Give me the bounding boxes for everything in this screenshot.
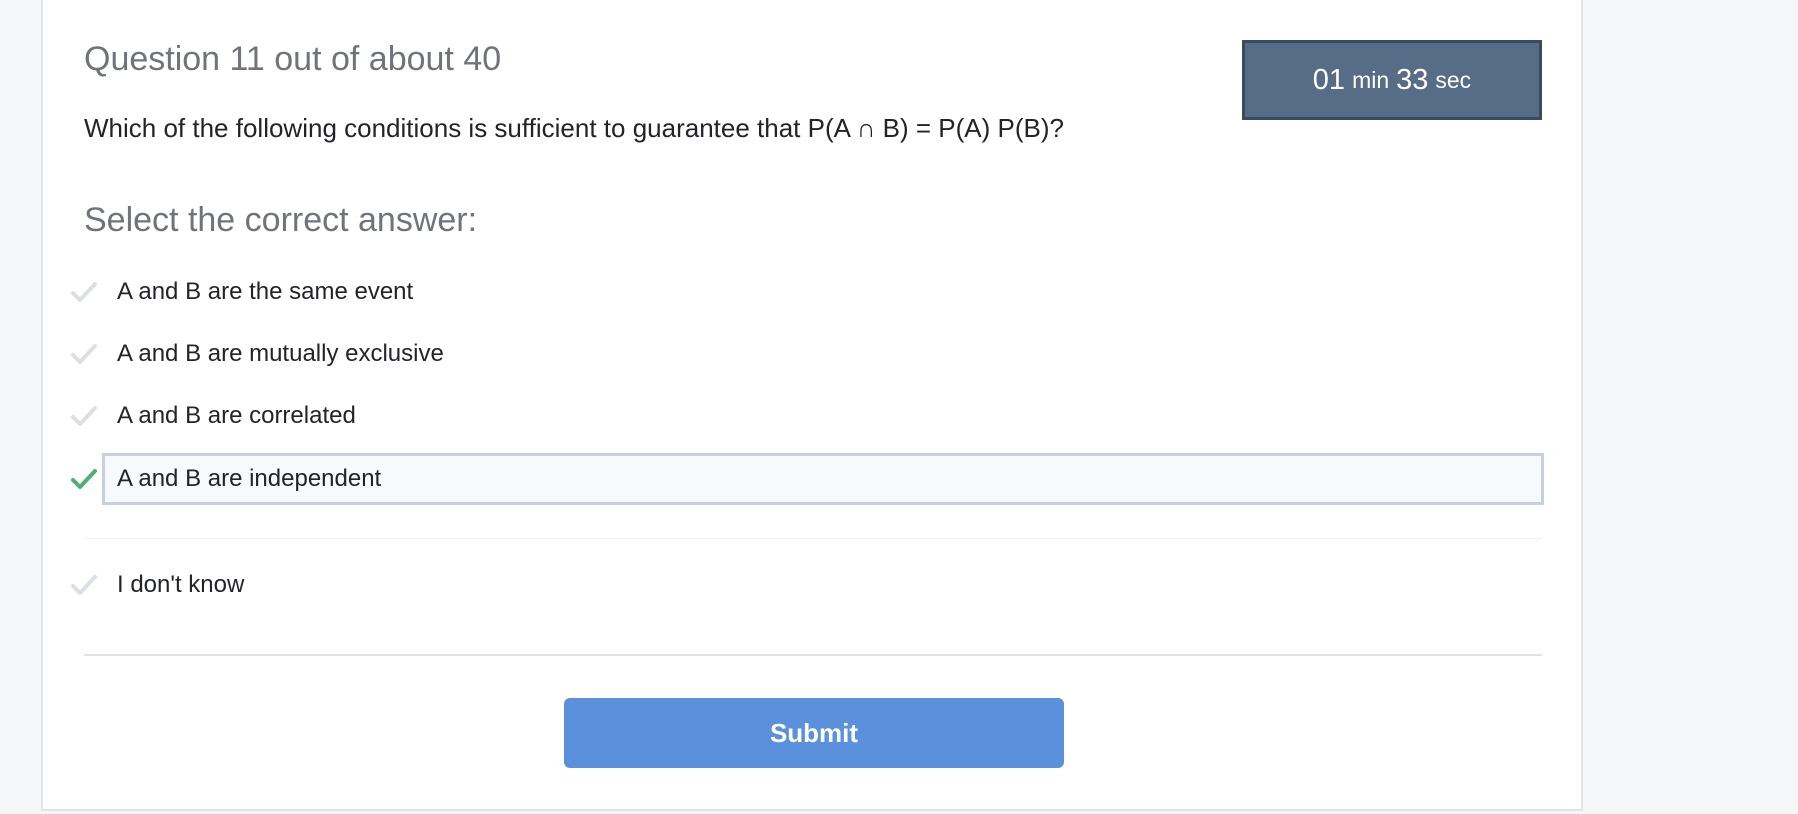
question-counter: Question 11 out of about 40 (84, 40, 502, 78)
answer-option-label: A and B are mutually exclusive (117, 340, 444, 367)
timer: 01 min 33 sec (1242, 40, 1542, 120)
timer-minutes-unit: min (1352, 66, 1390, 93)
option-separator (84, 538, 1542, 539)
check-icon (71, 344, 97, 364)
answer-option-box[interactable] (102, 559, 1544, 611)
answer-option[interactable]: A and B are independent (66, 453, 1544, 505)
timer-seconds-unit: sec (1435, 66, 1472, 93)
question-text: Which of the following conditions is suf… (84, 113, 1064, 143)
submit-button[interactable]: Submit (564, 698, 1064, 768)
answer-option[interactable]: A and B are the same event (66, 266, 1544, 318)
check-icon (71, 406, 97, 426)
divider (84, 654, 1542, 656)
timer-seconds: 33 (1396, 63, 1429, 96)
check-icon (71, 282, 97, 302)
answer-option[interactable]: A and B are mutually exclusive (66, 328, 1544, 380)
answer-option-label: A and B are correlated (117, 402, 356, 429)
answer-option-label: A and B are independent (117, 465, 382, 492)
answer-prompt: Select the correct answer: (84, 201, 478, 239)
answer-option[interactable]: A and B are correlated (66, 390, 1544, 442)
check-icon (71, 575, 97, 595)
answer-option[interactable]: I don't know (66, 559, 1544, 611)
check-icon (71, 469, 97, 489)
timer-minutes: 01 (1312, 63, 1346, 96)
answer-option-label: I don't know (117, 571, 245, 598)
answer-option-label: A and B are the same event (117, 278, 414, 305)
